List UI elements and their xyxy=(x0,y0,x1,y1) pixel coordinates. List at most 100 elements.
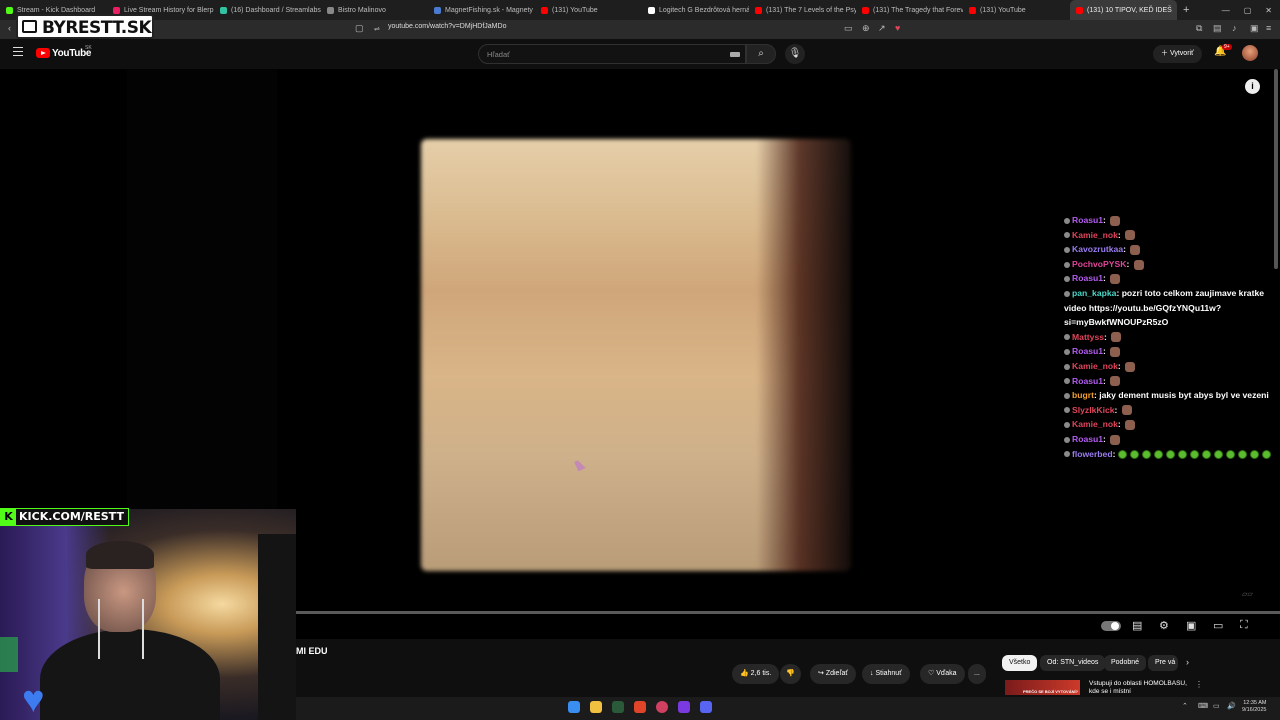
tab-label: (16) Dashboard / Streamlabs xyxy=(231,6,321,14)
keyboard-icon[interactable] xyxy=(730,52,740,57)
back-icon[interactable]: ‹ xyxy=(8,23,11,33)
video-progress-bar[interactable] xyxy=(296,611,1280,614)
thanks-button[interactable]: ♡ Vďaka xyxy=(920,664,965,684)
cast-icon[interactable]: ▭ xyxy=(844,23,853,34)
search-icon: ⌕ xyxy=(758,48,764,59)
chat-message: pan_kapka: pozri toto celkom zaujimave k… xyxy=(1064,287,1265,328)
volume-icon[interactable]: 🔊 xyxy=(1227,702,1236,710)
tab-favicon-icon xyxy=(648,6,655,14)
voice-search-button[interactable]: 🎙 xyxy=(785,44,805,64)
recommendation-thumbnail[interactable]: PREČO SE BOJÍ VYTOVÁNÍ? xyxy=(1005,680,1080,695)
music-icon[interactable]: ♪ xyxy=(1232,23,1237,33)
video-info-icon[interactable]: i xyxy=(1245,79,1260,94)
share-button[interactable]: ↪ Zdieľať xyxy=(810,664,857,684)
browser-tab[interactable]: Logitech G Bezdrôtová herná m xyxy=(642,0,749,20)
autoplay-toggle[interactable] xyxy=(1101,621,1121,631)
green-emote-icon xyxy=(1141,449,1151,459)
browser-tab[interactable]: (16) Dashboard / Streamlabs xyxy=(214,0,321,20)
settings-gear-icon[interactable]: ⚙ xyxy=(1159,619,1169,632)
discord-icon[interactable] xyxy=(700,701,712,713)
recommendation-title[interactable]: Vstupuji do oblasti HOMOLBASU, kde se i … xyxy=(1089,680,1189,696)
webcam-green-light xyxy=(0,637,18,672)
clock-time: 12:35 AM xyxy=(1243,700,1267,706)
filter-chip[interactable]: Pre vá xyxy=(1148,655,1178,671)
windows-taskbar xyxy=(296,697,1280,720)
share-arrow-icon: ↪ xyxy=(818,670,824,677)
fullscreen-icon[interactable]: ⛶ xyxy=(1240,619,1248,632)
filter-chip[interactable]: Všetko xyxy=(1002,655,1038,671)
chat-username: Roasu1 xyxy=(1072,433,1104,444)
brave-browser-icon[interactable] xyxy=(634,701,646,713)
more-actions-button[interactable]: ... xyxy=(968,664,986,684)
browser-tab[interactable]: (131) 10 TIPOV, KEĎ IDEŠ✕ xyxy=(1070,0,1177,20)
chat-emote-icon xyxy=(1110,215,1121,226)
streamlabs-icon[interactable] xyxy=(678,701,690,713)
theater-mode-icon[interactable]: ▭ xyxy=(1213,619,1223,632)
wallet-icon[interactable]: ▣ xyxy=(1250,23,1259,34)
browser-tab[interactable]: (131) The Tragedy that Forever xyxy=(856,0,963,20)
browser-tab[interactable]: (131) YouTube xyxy=(535,0,642,20)
green-emote-icon xyxy=(1225,449,1235,459)
minimize-icon[interactable]: — xyxy=(1222,6,1230,15)
dislike-button[interactable]: 👎 xyxy=(780,664,801,684)
account-avatar[interactable] xyxy=(1242,45,1258,61)
youtube-logo-icon[interactable] xyxy=(36,48,50,58)
green-emote-icon xyxy=(1249,449,1259,459)
chips-next-icon[interactable]: › xyxy=(1186,657,1189,667)
site-info-icon[interactable]: ⇌ xyxy=(374,25,380,33)
url-text[interactable]: youtube.com/watch?v=DMjHDfJaMDo xyxy=(388,23,506,30)
chat-username: Roasu1 xyxy=(1072,215,1104,225)
tray-overflow-icon[interactable]: ⌃ xyxy=(1182,702,1188,710)
brave-shield-icon[interactable]: ♥ xyxy=(895,23,900,33)
chat-username: Kavozrutkaa xyxy=(1072,244,1124,255)
extensions-icon[interactable]: ⧉ xyxy=(1196,23,1202,34)
create-button[interactable]: ＋ Vytvoriť xyxy=(1153,45,1202,63)
search-button[interactable]: ⌕ xyxy=(746,44,776,64)
browser-tab[interactable]: Bistro Malinovo xyxy=(321,0,428,20)
recommendation-more-icon[interactable]: ⋮ xyxy=(1195,680,1203,689)
tab-label: (131) The 7 Levels of the Psych xyxy=(766,6,856,14)
green-emote-icon xyxy=(1165,449,1175,459)
new-tab-icon[interactable]: + xyxy=(1177,4,1195,16)
maximize-icon[interactable]: ▢ xyxy=(1244,6,1252,15)
file-explorer-icon[interactable] xyxy=(590,701,602,713)
sidebar-icon[interactable]: ▤ xyxy=(1213,23,1222,34)
filter-chip[interactable]: Od: STN_videos xyxy=(1040,655,1106,671)
chat-badge-icon xyxy=(1064,217,1070,224)
translate-icon[interactable]: ⊕ xyxy=(862,23,870,34)
keyboard-layout-icon[interactable]: ⌨ xyxy=(1198,702,1208,710)
taskbar-clock[interactable]: 12:35 AM 9/16/2025 xyxy=(1242,700,1266,714)
browser-tab[interactable]: (131) The 7 Levels of the Psych xyxy=(749,0,856,20)
green-emote-icon xyxy=(1129,449,1139,459)
bookmark-icon[interactable]: ▢ xyxy=(355,23,364,34)
filter-chip[interactable]: Podobné xyxy=(1104,655,1147,671)
like-count: 2,6 tis. xyxy=(750,670,772,677)
recommendation-thumb-text: PREČO SE BOJÍ VYTOVÁNÍ? xyxy=(1023,689,1079,694)
chat-badge-icon xyxy=(1064,246,1070,253)
hamburger-menu-icon[interactable] xyxy=(13,47,23,56)
kick-url-badge: K KICK.COM/RESTT xyxy=(0,508,129,526)
terminal-icon[interactable] xyxy=(612,701,624,713)
thanks-label: Vďaka xyxy=(936,670,957,677)
share-icon[interactable]: ↗ xyxy=(878,23,886,34)
tab-favicon-icon xyxy=(1076,6,1083,14)
browser-tab[interactable]: (131) YouTube xyxy=(963,0,1070,20)
obs-icon[interactable] xyxy=(656,701,668,713)
tab-favicon-icon xyxy=(755,6,762,14)
subtitles-icon[interactable]: ▤ xyxy=(1132,619,1142,632)
chat-badge-icon xyxy=(1064,232,1070,239)
browser-tab[interactable]: MagnetFishing.sk - Magnety a xyxy=(428,0,535,20)
network-icon[interactable]: ▭ xyxy=(1213,702,1220,710)
channel-watermark: ▱▱ xyxy=(1242,591,1253,598)
address-bar: ‹ ▢ ⇌ youtube.com/watch?v=DMjHDfJaMDo ▭ … xyxy=(0,20,1280,39)
tab-favicon-icon xyxy=(434,6,441,14)
windows-start-icon[interactable] xyxy=(568,701,580,713)
close-window-icon[interactable]: ✕ xyxy=(1265,6,1272,15)
chat-badge-icon xyxy=(1064,378,1070,385)
download-button[interactable]: ↓ Stiahnuť xyxy=(862,664,910,684)
miniplayer-icon[interactable]: ▣ xyxy=(1186,619,1196,632)
chat-message: flowerbed: xyxy=(1064,447,1276,462)
search-input[interactable]: Hľadať xyxy=(478,44,746,64)
menu-icon[interactable]: ≡ xyxy=(1266,23,1271,33)
like-button[interactable]: 👍 2,6 tis. xyxy=(732,664,780,684)
